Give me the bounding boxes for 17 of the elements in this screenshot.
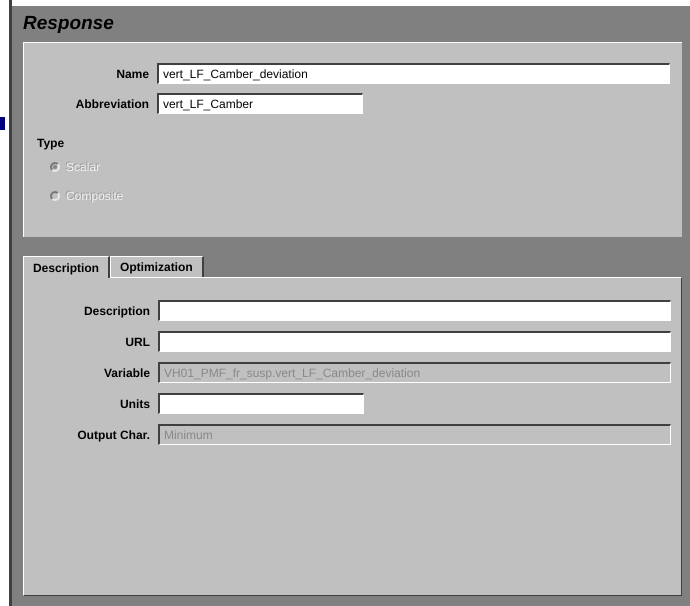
text-field[interactable] (158, 331, 671, 352)
text-field[interactable]: vert_LF_Camber_deviation (157, 63, 670, 84)
text-field[interactable] (158, 300, 671, 321)
text-field[interactable]: vert_LF_Camber (157, 93, 363, 114)
selection-marker (0, 117, 5, 130)
field-label: URL (124, 334, 151, 350)
field-label: Output Char. (76, 426, 151, 444)
field-label: Variable (102, 364, 151, 382)
field-label: Name (115, 66, 150, 82)
field-label: Description (82, 302, 151, 320)
text-field[interactable] (158, 393, 364, 414)
group-label: Type (37, 135, 66, 152)
dialog-title: Response (23, 12, 115, 36)
tab[interactable]: Optimization (110, 256, 204, 277)
field-label: Abbreviation (74, 96, 150, 112)
tab[interactable]: Description (23, 256, 110, 278)
field-label: Units (119, 396, 151, 412)
